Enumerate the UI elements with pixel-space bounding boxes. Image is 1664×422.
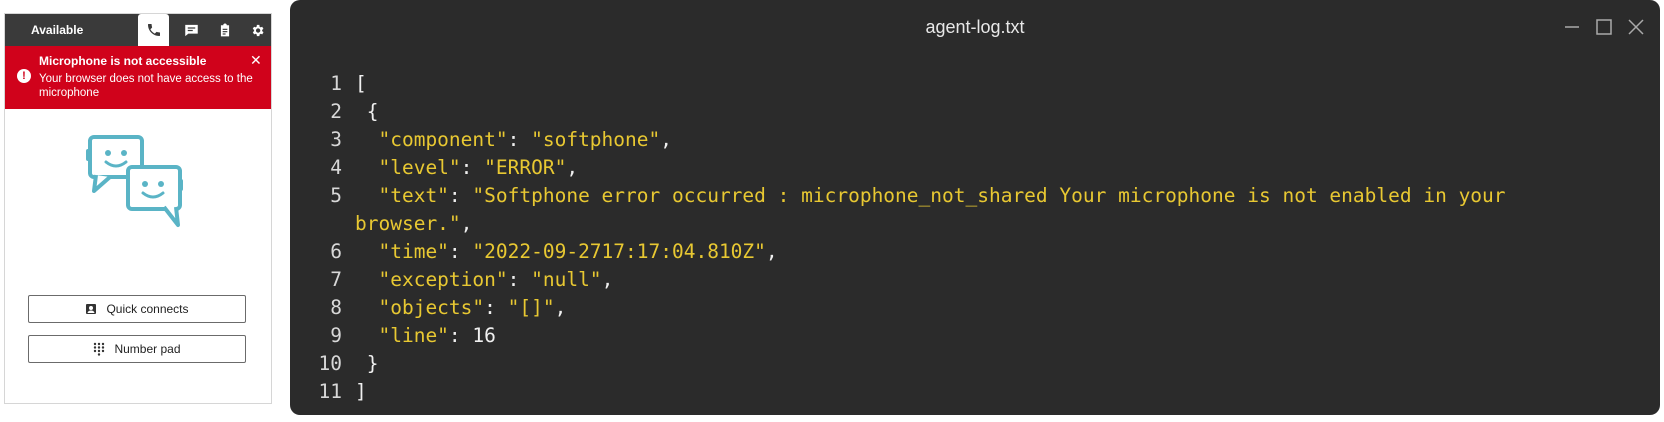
json-separator: : (448, 324, 473, 347)
line-number: 8 (330, 296, 342, 319)
line-number: 9 (330, 324, 342, 347)
close-icon[interactable] (1627, 18, 1645, 36)
tab-settings[interactable] (242, 14, 273, 46)
minimize-icon[interactable] (1563, 18, 1581, 36)
line-number: 10 (318, 352, 342, 375)
line-number: 7 (330, 268, 342, 291)
tab-chat[interactable] (176, 14, 207, 46)
json-punctuation: , (566, 156, 579, 179)
json-value: "Softphone error occurred : microphone_n… (472, 184, 1506, 207)
phone-icon (147, 24, 160, 36)
line-text: "line": 16 (355, 322, 496, 350)
line-number: 11 (318, 380, 342, 403)
line-number: 2 (330, 100, 342, 123)
json-separator: : (507, 128, 532, 151)
close-icon[interactable]: ✕ (250, 53, 262, 67)
line-number: 5 (330, 184, 342, 207)
code-line: 10 } (290, 350, 1660, 378)
code-line: 2 { (290, 98, 1660, 126)
json-key: "component" (355, 128, 508, 151)
contact-card-icon (85, 303, 97, 315)
json-punctuation: , (460, 212, 473, 235)
line-text: browser.", (355, 210, 472, 238)
quick-connects-label: Quick connects (106, 302, 189, 316)
json-punctuation: 16 (472, 324, 496, 347)
json-key: "level" (355, 156, 461, 179)
error-icon: ! (17, 69, 31, 83)
json-separator: : (484, 296, 508, 319)
tab-tasks[interactable] (209, 14, 240, 46)
code-line: 3 "component": "softphone", (290, 126, 1660, 154)
json-punctuation: [ (355, 72, 367, 95)
line-text: [ (355, 70, 367, 98)
line-text: "text": "Softphone error occurred : micr… (355, 182, 1506, 210)
code-line: 11] (290, 378, 1660, 406)
code-line: 9 "line": 16 (290, 322, 1660, 350)
line-number: 6 (330, 240, 342, 263)
json-punctuation: { (355, 100, 379, 123)
microphone-error-banner: ! Microphone is not accessible Your brow… (5, 46, 271, 109)
json-value: browser." (355, 212, 461, 235)
json-key: "objects" (355, 296, 485, 319)
line-text: } (355, 350, 379, 378)
json-value: "2022-09-2717:17:04.810Z" (472, 240, 766, 263)
json-punctuation: , (660, 128, 672, 151)
ccp-header: Available (5, 14, 271, 46)
number-pad-label: Number pad (114, 342, 181, 356)
code-line: 7 "exception": "null", (290, 266, 1660, 294)
agent-status[interactable]: Available (31, 23, 83, 37)
clipboard-icon (220, 23, 229, 36)
json-punctuation: } (355, 352, 379, 375)
json-separator: : (448, 240, 473, 263)
json-value: "softphone" (531, 128, 661, 151)
json-key: "text" (355, 184, 449, 207)
json-value: "[]" (507, 296, 555, 319)
json-separator: : (448, 184, 473, 207)
code-line: 6 "time": "2022-09-2717:17:04.810Z", (290, 238, 1660, 266)
line-number: 4 (330, 156, 342, 179)
code-line: 4 "level": "ERROR", (290, 154, 1660, 182)
code-line: 1[ (290, 70, 1660, 98)
log-viewer-window: agent-log.txt 1[2 {3 "component": "softp… (290, 0, 1660, 415)
line-text: "level": "ERROR", (355, 154, 578, 182)
json-separator: : (460, 156, 485, 179)
alert-message: Your browser does not have access to the… (39, 73, 253, 99)
line-number: 1 (330, 72, 342, 95)
line-number: 3 (330, 128, 342, 151)
json-separator: : (507, 268, 532, 291)
chat-icon (185, 24, 198, 36)
json-punctuation: , (601, 268, 614, 291)
line-text: { (355, 98, 379, 126)
window-title: agent-log.txt (925, 17, 1025, 37)
number-pad-button[interactable]: Number pad (28, 335, 246, 363)
code-line: 5 "text": "Softphone error occurred : mi… (290, 182, 1660, 210)
dialpad-icon (93, 342, 105, 356)
line-text: "exception": "null", (355, 266, 613, 294)
line-text: ] (355, 378, 367, 406)
json-punctuation: , (765, 240, 778, 263)
tab-phone[interactable] (138, 14, 169, 46)
line-text: "component": "softphone", (355, 126, 672, 154)
alert-title: Microphone is not accessible (39, 54, 207, 68)
softphone-panel: Available ! Microphone is not accessible… (4, 13, 272, 404)
maximize-icon[interactable] (1595, 18, 1613, 36)
code-line: browser.", (290, 210, 1660, 238)
json-value: "null" (531, 268, 602, 291)
code-line: 8 "objects": "[]", (290, 294, 1660, 322)
quick-connects-button[interactable]: Quick connects (28, 295, 246, 323)
ccp-body: Quick connects Number pad (5, 109, 271, 403)
json-key: "exception" (355, 268, 508, 291)
json-punctuation: ] (355, 380, 367, 403)
line-text: "time": "2022-09-2717:17:04.810Z", (355, 238, 778, 266)
json-value: "ERROR" (484, 156, 567, 179)
json-punctuation: , (554, 296, 567, 319)
line-text: "objects": "[]", (355, 294, 566, 322)
code-editor[interactable]: 1[2 {3 "component": "softphone", 4 "level… (290, 70, 1660, 406)
chat-bubbles-illustration (86, 135, 183, 227)
gear-icon (252, 24, 264, 36)
json-key: "line" (355, 324, 449, 347)
json-key: "time" (355, 240, 449, 263)
